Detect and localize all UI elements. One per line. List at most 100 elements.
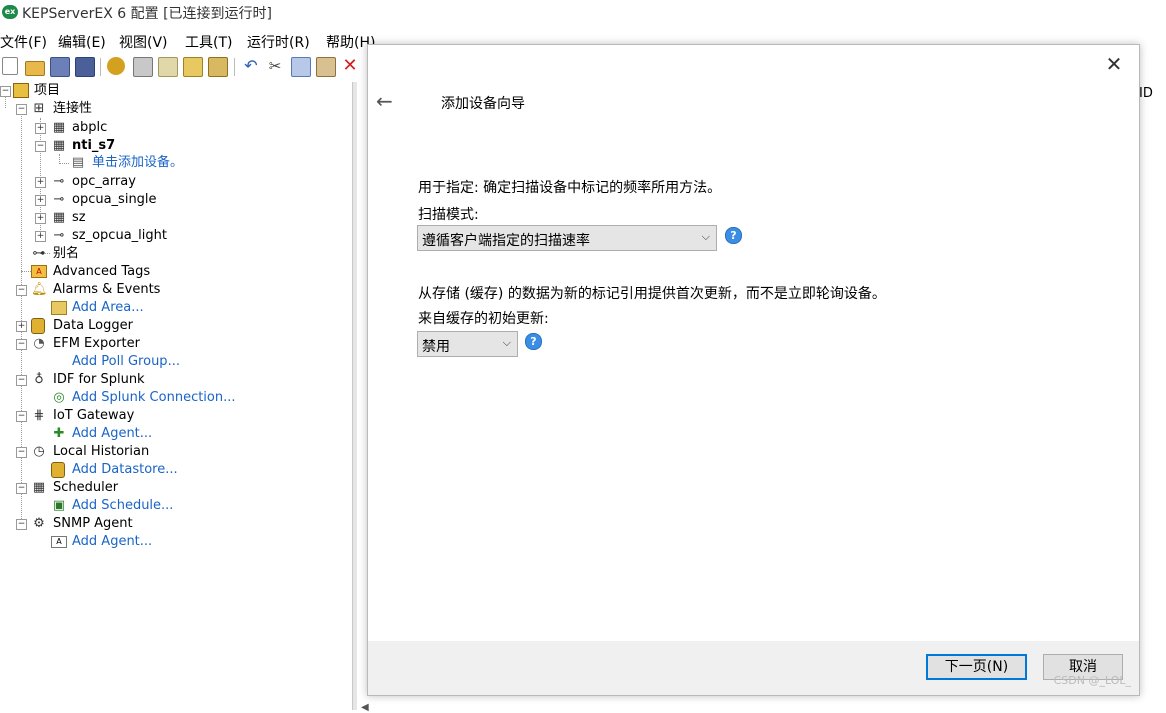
tree-item-add-splunk-connection[interactable]: ◎ Add Splunk Connection... [0, 389, 340, 407]
new-tag-group-icon[interactable] [183, 57, 203, 77]
paste-icon[interactable] [316, 57, 336, 77]
tree-label: SNMP Agent [53, 516, 133, 531]
tree-item-abplc[interactable]: + ▦ abplc [0, 119, 340, 137]
runtime-gear-icon[interactable] [107, 57, 125, 75]
tree-label: Add Splunk Connection... [72, 390, 236, 405]
scan-mode-value: 遵循客户端指定的扫描速率 [422, 233, 590, 249]
channel-icon: ▦ [52, 210, 66, 225]
menu-file[interactable]: 文件(F) [0, 32, 47, 52]
undo-icon[interactable]: ↶ [242, 57, 260, 75]
tree-item-local-historian[interactable]: − ◷ Local Historian [0, 443, 340, 461]
expand-toggle-icon[interactable]: + [35, 177, 46, 188]
tree-item-add-device[interactable]: ▤ 单击添加设备。 [0, 154, 340, 172]
window-title: KEPServerEX 6 配置 [已连接到运行时] [22, 6, 272, 22]
tree-item-connectivity[interactable]: − ⊞ 连接性 [0, 100, 340, 118]
tree-label: Scheduler [53, 480, 119, 495]
close-icon[interactable]: ✕ [1103, 53, 1125, 75]
scan-mode-select[interactable]: 遵循客户端指定的扫描速率 ⌵ [417, 225, 717, 251]
tree-item-opcua-single[interactable]: + ⊸ opcua_single [0, 191, 340, 209]
collapse-toggle-icon[interactable]: − [16, 411, 27, 422]
channel-icon: ▦ [52, 138, 66, 153]
cache-initial-update-select[interactable]: 禁用 ⌵ [417, 331, 518, 357]
menu-view[interactable]: 视图(V) [119, 32, 168, 52]
tree-item-alias[interactable]: ⊶ 别名 [0, 245, 340, 263]
tree-label: abplc [72, 120, 108, 135]
tree-label: sz [72, 210, 86, 225]
tree-item-add-area[interactable]: Add Area... [0, 299, 340, 317]
tree-label: Add Agent... [72, 534, 153, 549]
collapse-toggle-icon[interactable]: − [35, 141, 46, 152]
collapse-toggle-icon[interactable]: − [16, 483, 27, 494]
bell-icon: 🔔︎ [31, 282, 48, 297]
tree-item-snmp-agent[interactable]: − ⚙ SNMP Agent [0, 515, 340, 533]
tree-label: 连接性 [53, 101, 93, 116]
new-device-icon[interactable] [158, 57, 178, 77]
scroll-left-arrow-icon[interactable]: ◀ [361, 702, 369, 713]
back-arrow-icon[interactable]: ← [376, 89, 393, 113]
expand-toggle-icon[interactable]: + [35, 195, 46, 206]
tree-item-opc-array[interactable]: + ⊸ opc_array [0, 173, 340, 191]
expand-toggle-icon[interactable]: + [35, 213, 46, 224]
tree-item-idf-splunk[interactable]: − ♁ IDF for Splunk [0, 371, 340, 389]
add-schedule-icon: ▣ [52, 498, 66, 513]
tree-item-add-datastore[interactable]: Add Datastore... [0, 461, 340, 479]
collapse-toggle-icon[interactable]: − [16, 285, 27, 296]
tree-item-project[interactable]: − 项目 [0, 82, 340, 100]
tree-item-data-logger[interactable]: + Data Logger [0, 317, 340, 335]
help-icon[interactable]: ? [525, 333, 542, 350]
tree-item-add-agent-snmp[interactable]: A Add Agent... [0, 533, 340, 551]
next-button[interactable]: 下一页(N) [926, 654, 1027, 680]
tree-label: Add Area... [72, 300, 144, 315]
calendar-icon: ▦ [32, 480, 46, 495]
tree-item-nti-s7[interactable]: − ▦ nti_s7 [0, 137, 340, 155]
tree-label: 项目 [34, 83, 61, 98]
tree-item-alarms-events[interactable]: − 🔔︎ Alarms & Events [0, 281, 340, 299]
tree-item-sz[interactable]: + ▦ sz [0, 209, 340, 227]
history-clock-icon: ◷ [33, 444, 45, 459]
collapse-toggle-icon[interactable]: − [16, 519, 27, 530]
open-folder-icon[interactable] [25, 61, 45, 76]
menu-runtime[interactable]: 运行时(R) [247, 32, 310, 52]
channel-icon: ▦ [52, 120, 66, 135]
expand-toggle-icon[interactable]: + [16, 321, 27, 332]
tree-item-scheduler[interactable]: − ▦ Scheduler [0, 479, 340, 497]
help-icon[interactable]: ? [725, 227, 742, 244]
expand-toggle-icon[interactable]: + [35, 231, 46, 242]
tree-label: 单击添加设备。 [92, 155, 184, 170]
collapse-toggle-icon[interactable]: − [0, 86, 11, 97]
add-agent-icon: A [51, 536, 67, 548]
tree-item-add-poll-group[interactable]: Add Poll Group... [0, 353, 340, 371]
cut-icon[interactable]: ✂ [266, 57, 284, 75]
tree-item-iot-gateway[interactable]: − ⋕ IoT Gateway [0, 407, 340, 425]
add-device-icon: ▤ [71, 155, 85, 170]
add-connection-icon: ◎ [53, 390, 65, 405]
menu-tools[interactable]: 工具(T) [185, 32, 232, 52]
menu-edit[interactable]: 编辑(E) [58, 32, 106, 52]
new-channel-icon[interactable] [133, 57, 153, 77]
tree-label: IDF for Splunk [53, 372, 145, 387]
tree-item-advanced-tags[interactable]: A Advanced Tags [0, 263, 340, 281]
delete-icon[interactable]: ✕ [341, 57, 359, 75]
tree-label: sz_opcua_light [72, 228, 167, 243]
new-file-icon[interactable] [2, 57, 18, 75]
collapse-toggle-icon[interactable]: − [16, 339, 27, 350]
save-as-icon[interactable] [75, 57, 95, 77]
tree-item-sz-opcua-light[interactable]: + ⊸ sz_opcua_light [0, 227, 340, 245]
gauge-icon: ◔ [33, 336, 45, 351]
collapse-toggle-icon[interactable]: − [16, 447, 27, 458]
snmp-icon: ⚙ [33, 516, 45, 531]
opc-channel-icon: ⊸ [53, 228, 65, 243]
save-icon[interactable] [50, 57, 70, 77]
tree-item-add-agent-iot[interactable]: ✚ Add Agent... [0, 425, 340, 443]
opc-channel-icon: ⊸ [53, 174, 65, 189]
chevron-down-icon: ⌵ [502, 336, 511, 349]
import-icon[interactable] [208, 57, 228, 77]
copy-icon[interactable] [291, 57, 311, 77]
add-datastore-icon [51, 462, 65, 478]
tree-item-efm-exporter[interactable]: − ◔ EFM Exporter [0, 335, 340, 353]
expand-toggle-icon[interactable]: + [35, 123, 46, 134]
tree-item-add-schedule[interactable]: ▣ Add Schedule... [0, 497, 340, 515]
collapse-toggle-icon[interactable]: − [16, 375, 27, 386]
opc-channel-icon: ⊸ [53, 192, 65, 207]
collapse-toggle-icon[interactable]: − [16, 104, 27, 115]
